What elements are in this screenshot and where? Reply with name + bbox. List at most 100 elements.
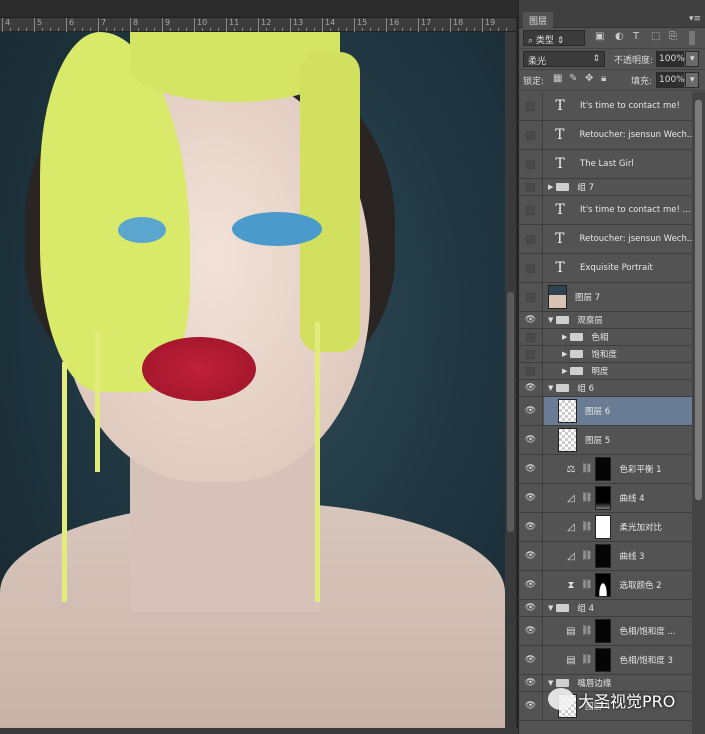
layers-scrollbar[interactable] bbox=[692, 92, 705, 734]
expanded-arrow-icon[interactable]: ▼ bbox=[548, 316, 553, 324]
eye-icon[interactable]: 👁︎ bbox=[525, 603, 536, 613]
visibility-toggle[interactable]: 👁︎ bbox=[519, 426, 543, 454]
link-chain-icon[interactable]: ⛓ bbox=[581, 493, 592, 503]
visibility-off-box[interactable] bbox=[526, 159, 535, 169]
collapsed-arrow-icon[interactable]: ▶ bbox=[562, 333, 567, 341]
layer-content[interactable]: ◿ ⛓ 曲线 3 bbox=[544, 542, 692, 570]
visibility-toggle[interactable]: 👁︎ bbox=[519, 542, 543, 570]
layer-row[interactable]: 👁︎ ◿ ⛓ 曲线 4 bbox=[519, 484, 692, 513]
layer-row[interactable]: 👁︎ 图层 6 bbox=[519, 397, 692, 426]
link-chain-icon[interactable]: ⛓ bbox=[581, 522, 592, 532]
layer-content[interactable]: ▤ ⛓ 色相/饱和度 ... bbox=[544, 617, 692, 645]
visibility-toggle[interactable]: 👁︎ bbox=[519, 646, 543, 674]
layer-row[interactable]: 👁︎ 图层 5 bbox=[519, 426, 692, 455]
layer-content[interactable]: T Retoucher: jsensun Wech... bbox=[544, 225, 692, 253]
visibility-toggle[interactable]: 👁︎ bbox=[519, 675, 543, 691]
visibility-toggle[interactable]: 👁︎ bbox=[519, 380, 543, 396]
lock-transparent-icon[interactable]: ▦ bbox=[553, 73, 562, 84]
layer-row[interactable]: ▶ 饱和度 bbox=[519, 346, 692, 363]
eye-icon[interactable]: 👁︎ bbox=[525, 551, 536, 561]
layer-content[interactable]: 图层 7 bbox=[544, 283, 692, 311]
layer-row[interactable]: T The Last Girl bbox=[519, 150, 692, 179]
lock-position-move-icon[interactable]: ✥ bbox=[585, 73, 593, 84]
layer-content[interactable]: ▼ 组 6 bbox=[544, 380, 692, 396]
visibility-toggle[interactable]: 👁︎ bbox=[519, 617, 543, 645]
link-chain-icon[interactable]: ⛓ bbox=[581, 551, 592, 561]
visibility-toggle[interactable] bbox=[519, 179, 543, 195]
layer-content[interactable]: T It's time to contact me! bbox=[544, 92, 692, 120]
layer-content[interactable]: ▶ 组 7 bbox=[544, 179, 692, 195]
visibility-toggle[interactable]: 👁︎ bbox=[519, 600, 543, 616]
eye-icon[interactable]: 👁︎ bbox=[525, 435, 536, 445]
visibility-toggle[interactable]: 👁︎ bbox=[519, 571, 543, 599]
layer-row[interactable]: 👁︎ ⧗ ⛓ 选取颜色 2 bbox=[519, 571, 692, 600]
text-filter-icon[interactable]: T bbox=[633, 31, 639, 42]
fill-dropdown[interactable]: ▾ bbox=[685, 72, 699, 88]
opacity-input[interactable]: 100% bbox=[656, 51, 685, 67]
layers-scroll-thumb[interactable] bbox=[695, 100, 702, 500]
layer-content[interactable]: ▼ 组 4 bbox=[544, 600, 692, 616]
visibility-toggle[interactable] bbox=[519, 346, 543, 362]
visibility-toggle[interactable] bbox=[519, 225, 543, 253]
layer-row[interactable]: T Exquisite Portrait bbox=[519, 254, 692, 283]
layer-content[interactable]: T The Last Girl bbox=[544, 150, 692, 178]
layer-content[interactable]: ◿ ⛓ 柔光加对比 bbox=[544, 513, 692, 541]
visibility-off-box[interactable] bbox=[526, 292, 535, 302]
layer-content[interactable]: ◿ ⛓ 曲线 4 bbox=[544, 484, 692, 512]
layer-row[interactable]: T Retoucher: jsensun Wech... bbox=[519, 225, 692, 254]
collapsed-arrow-icon[interactable]: ▶ bbox=[548, 183, 553, 191]
visibility-off-box[interactable] bbox=[526, 205, 535, 215]
layer-content[interactable]: ▶ 饱和度 bbox=[544, 346, 692, 362]
visibility-off-box[interactable] bbox=[526, 366, 535, 376]
layer-row[interactable]: 👁︎ ▼ 组 4 bbox=[519, 600, 692, 617]
link-chain-icon[interactable]: ⛓ bbox=[581, 655, 592, 665]
eye-icon[interactable]: 👁︎ bbox=[525, 522, 536, 532]
layer-content[interactable]: ▤ ⛓ 色相/饱和度 3 bbox=[544, 646, 692, 674]
collapsed-arrow-icon[interactable]: ▶ bbox=[562, 350, 567, 358]
eye-icon[interactable]: 👁︎ bbox=[525, 701, 536, 711]
visibility-off-box[interactable] bbox=[526, 349, 535, 359]
layer-row[interactable]: 👁︎ ◿ ⛓ 柔光加对比 bbox=[519, 513, 692, 542]
adjustment-filter-icon[interactable]: ◐ bbox=[615, 31, 624, 42]
visibility-toggle[interactable] bbox=[519, 283, 543, 311]
layer-content[interactable]: T It's time to contact me! ... bbox=[544, 196, 692, 224]
expanded-arrow-icon[interactable]: ▼ bbox=[548, 384, 553, 392]
eye-icon[interactable]: 👁︎ bbox=[525, 655, 536, 665]
link-chain-icon[interactable]: ⛓ bbox=[581, 626, 592, 636]
pixel-filter-icon[interactable]: ▣ bbox=[595, 31, 604, 42]
layer-content[interactable]: ⚖ ⛓ 色彩平衡 1 bbox=[544, 455, 692, 483]
layer-content[interactable]: ▶ 色相 bbox=[544, 329, 692, 345]
smart-object-filter-icon[interactable]: ⎘ bbox=[669, 31, 677, 42]
link-chain-icon[interactable]: ⛓ bbox=[581, 580, 592, 590]
panel-menu-icon[interactable]: ▾≡ bbox=[689, 14, 701, 24]
eye-icon[interactable]: 👁︎ bbox=[525, 464, 536, 474]
filter-toggle[interactable] bbox=[689, 31, 695, 45]
visibility-off-box[interactable] bbox=[526, 332, 535, 342]
layer-row[interactable]: ▶ 色相 bbox=[519, 329, 692, 346]
layer-row[interactable]: 👁︎ ▼ 组 6 bbox=[519, 380, 692, 397]
eye-icon[interactable]: 👁︎ bbox=[525, 678, 536, 688]
visibility-toggle[interactable] bbox=[519, 92, 543, 120]
layer-row[interactable]: 👁︎ ◿ ⛓ 曲线 3 bbox=[519, 542, 692, 571]
layer-row[interactable]: 👁︎ ⚖ ⛓ 色彩平衡 1 bbox=[519, 455, 692, 484]
expanded-arrow-icon[interactable]: ▼ bbox=[548, 604, 553, 612]
collapsed-arrow-icon[interactable]: ▶ bbox=[562, 367, 567, 375]
layer-row[interactable]: ▶ 组 7 bbox=[519, 179, 692, 196]
visibility-toggle[interactable]: 👁︎ bbox=[519, 692, 543, 720]
visibility-toggle[interactable] bbox=[519, 254, 543, 282]
layer-row[interactable]: 👁︎ ▼ 观察层 bbox=[519, 312, 692, 329]
filter-kind-select[interactable]: ⌕ 类型 ⇕ bbox=[523, 30, 585, 46]
visibility-off-box[interactable] bbox=[526, 101, 535, 111]
visibility-toggle[interactable]: 👁︎ bbox=[519, 397, 543, 425]
eye-icon[interactable]: 👁︎ bbox=[525, 383, 536, 393]
visibility-toggle[interactable] bbox=[519, 150, 543, 178]
lock-image-brush-icon[interactable]: ✎ bbox=[569, 73, 577, 84]
scroll-thumb[interactable] bbox=[507, 292, 514, 532]
visibility-toggle[interactable] bbox=[519, 363, 543, 379]
layer-row[interactable]: T It's time to contact me! ... bbox=[519, 196, 692, 225]
document-canvas[interactable] bbox=[0, 32, 505, 728]
layer-row[interactable]: T It's time to contact me! bbox=[519, 92, 692, 121]
lock-all-icon[interactable]: 🔒︎ bbox=[601, 73, 606, 84]
tab-layers[interactable]: 图层 bbox=[523, 12, 554, 28]
layer-content[interactable]: T Retoucher: jsensun Wech... bbox=[544, 121, 692, 149]
